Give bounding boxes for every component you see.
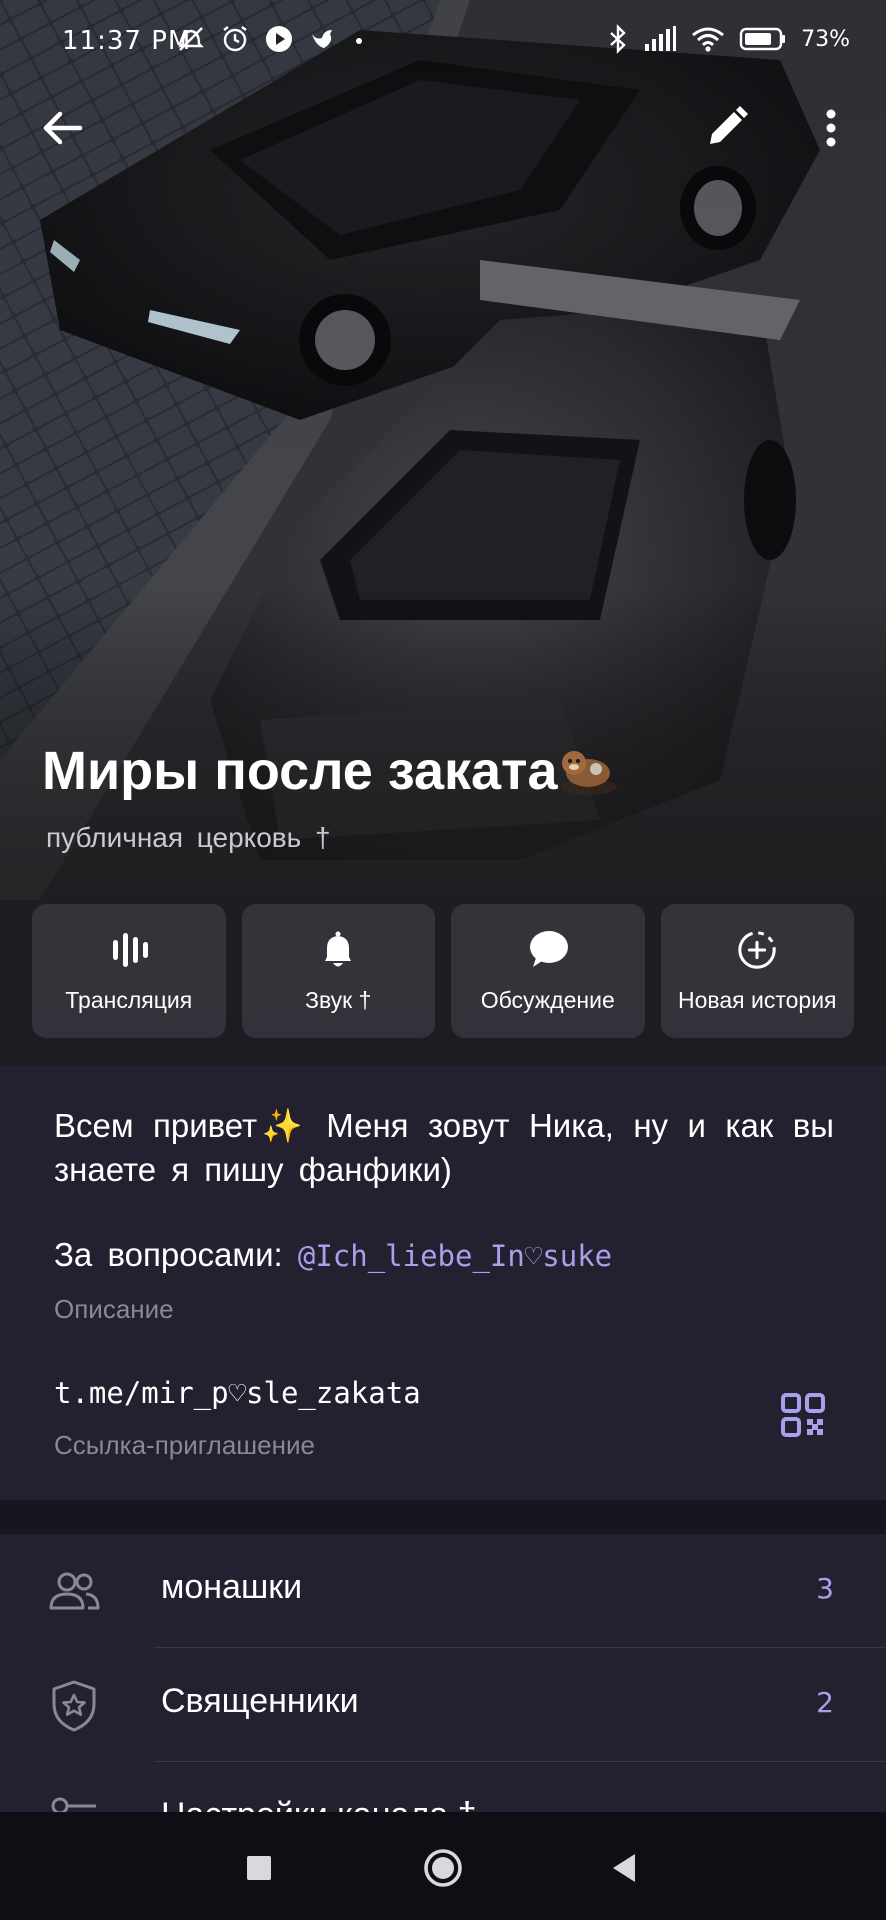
status-bar: 11:37 PM 73% [0,0,886,80]
qr-code-icon [781,1393,825,1437]
channel-settings-row[interactable]: Настройки канала † [0,1762,886,1812]
admins-label: Священники [161,1682,359,1720]
battery-percent: 73% [801,26,850,52]
sound-button[interactable]: Звук † [241,904,435,1038]
bluetooth-icon [610,24,626,54]
back-button[interactable] [34,98,94,158]
channel-subtitle: публичная церковь † [46,822,331,853]
live-stream-icon [108,929,150,971]
description-text: Всем привет✨ Меня зовут Ника, ну и как в… [54,1107,834,1188]
discussion-button[interactable]: Обсуждение [451,904,645,1038]
questions-handle-link[interactable]: @Ich_liebe_In♡suke [298,1239,612,1273]
discussion-label: Обсуждение [480,986,615,1013]
admins-count: 2 [816,1686,834,1719]
live-stream-button[interactable]: Трансляция [32,904,226,1038]
bird-icon [312,30,332,48]
section-divider [0,1500,886,1534]
back-triangle-icon [613,1854,635,1882]
status-icons-left [176,24,366,54]
new-story-button[interactable]: Новая история [660,904,854,1038]
channel-actions: Трансляция Звук † Обсуждение Новая истор… [32,904,854,1038]
back-nav-button[interactable] [597,1840,653,1896]
invite-caption: Ссылка-приглашение [54,1430,315,1460]
subscribers-count: 3 [816,1572,834,1605]
channel-settings-label: Настройки канала † [161,1796,476,1812]
signal-icon [645,26,677,51]
alarm-icon [223,26,247,52]
story-add-icon [736,929,778,971]
more-vertical-icon [826,109,836,147]
home-icon [424,1849,462,1887]
dot-icon [356,38,362,44]
chat-bubble-icon [527,929,569,971]
status-time: 11:37 PM [62,26,192,56]
play-icon [266,26,292,52]
wifi-icon [692,27,725,52]
arrow-left-icon [43,111,83,145]
channel-title-text: Миры после заката [42,741,558,801]
questions-line: За вопросами: @Ich_liebe_In♡suke [54,1236,612,1274]
system-nav-bar [0,1812,886,1920]
shield-star-icon [52,1680,96,1732]
home-button[interactable] [415,1840,471,1896]
subscribers-label: монашки [161,1568,303,1606]
settings-key-icon [51,1797,96,1812]
invite-link[interactable]: t.me/mir_p♡sle_zakata [54,1376,421,1410]
admins-row[interactable]: Священники 2 [0,1648,886,1762]
recent-apps-icon [247,1856,271,1880]
people-icon [49,1572,100,1610]
channel-info: Всем привет✨ Меня зовут Ника, ну и как в… [0,1066,886,1500]
new-story-label: Новая история [677,986,837,1013]
recent-apps-button[interactable] [231,1840,287,1896]
do-not-disturb-icon [178,27,204,51]
pencil-icon [710,106,748,144]
questions-prefix: За вопросами: [54,1236,283,1273]
qr-code-button[interactable] [780,1392,826,1438]
subscribers-row[interactable]: монашки 3 [0,1534,886,1648]
channel-title: Миры после заката [42,740,620,802]
battery-icon [739,27,786,51]
otter-emoji-icon [560,751,617,795]
live-stream-label: Трансляция [65,986,193,1013]
more-options-button[interactable] [806,98,856,158]
bell-icon [317,929,359,971]
status-icons-right: 73% [607,24,850,54]
edit-button[interactable] [696,98,756,158]
channel-settings-list: монашки 3 Священники 2 Настройки канала … [0,1534,886,1812]
sound-label: Звук † [305,986,372,1013]
description-caption: Описание [54,1294,174,1324]
